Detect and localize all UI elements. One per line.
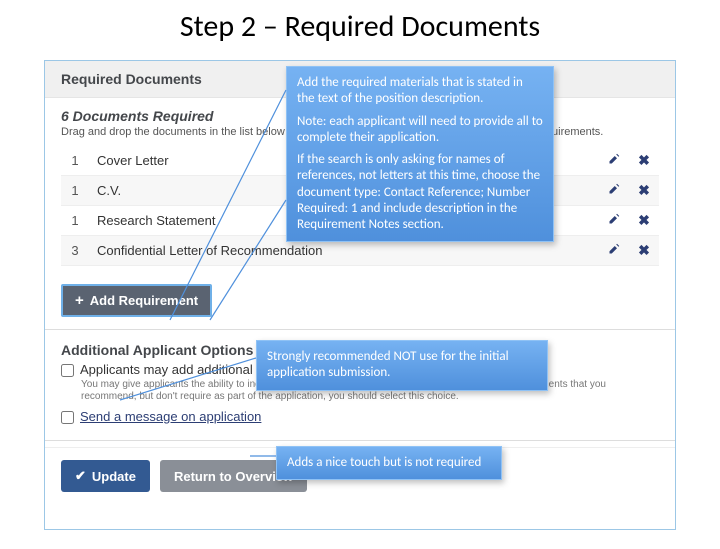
delete-icon[interactable]: ✖ bbox=[638, 242, 650, 258]
option-label: Send a message on application bbox=[80, 409, 261, 424]
divider bbox=[45, 329, 675, 330]
doc-qty: 1 bbox=[61, 146, 89, 176]
divider bbox=[45, 440, 675, 441]
callout-not-recommended: Strongly recommended NOT use for the ini… bbox=[256, 340, 548, 391]
plus-icon: + bbox=[75, 292, 84, 309]
edit-icon[interactable] bbox=[608, 213, 620, 228]
check-icon: ✔ bbox=[75, 468, 86, 484]
add-requirement-button[interactable]: + Add Requirement bbox=[61, 284, 212, 317]
option-send-message: Send a message on application bbox=[61, 409, 659, 424]
callout-required-materials: Add the required materials that is state… bbox=[286, 66, 554, 242]
checkbox-send-message[interactable] bbox=[61, 411, 74, 424]
edit-icon[interactable] bbox=[608, 153, 620, 168]
doc-qty: 1 bbox=[61, 206, 89, 236]
edit-icon[interactable] bbox=[608, 243, 620, 258]
update-button[interactable]: ✔ Update bbox=[61, 460, 150, 492]
callout-nice-touch: Adds a nice touch but is not required bbox=[276, 446, 502, 480]
update-label: Update bbox=[92, 469, 136, 484]
checkbox-additional-documents[interactable] bbox=[61, 364, 74, 377]
doc-qty: 3 bbox=[61, 236, 89, 266]
doc-qty: 1 bbox=[61, 176, 89, 206]
delete-icon[interactable]: ✖ bbox=[638, 212, 650, 228]
edit-icon[interactable] bbox=[608, 183, 620, 198]
add-requirement-label: Add Requirement bbox=[90, 293, 198, 308]
delete-icon[interactable]: ✖ bbox=[638, 182, 650, 198]
delete-icon[interactable]: ✖ bbox=[638, 152, 650, 168]
slide-title: Step 2 – Required Documents bbox=[0, 0, 720, 49]
